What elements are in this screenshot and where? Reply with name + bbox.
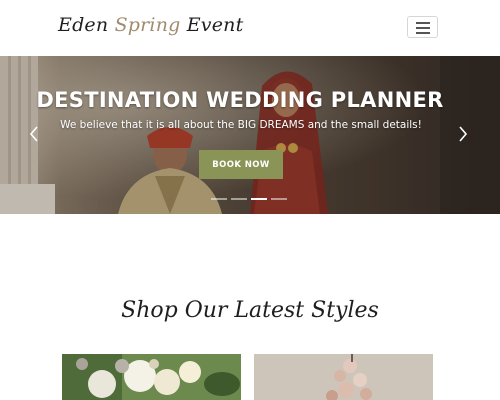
navbar: Eden Spring Event — [0, 0, 500, 56]
section-title: Shop Our Latest Styles — [121, 298, 379, 323]
menu-toggle-button[interactable] — [407, 16, 438, 38]
product-image-white-bouquet[interactable] — [62, 354, 241, 400]
chevron-right-icon[interactable] — [455, 124, 471, 144]
carousel-indicator-3[interactable] — [251, 198, 267, 200]
carousel-indicator-2[interactable] — [231, 198, 247, 200]
brand-logo[interactable]: Eden Spring Event — [58, 14, 243, 36]
brand-text-part1: Eden — [58, 14, 115, 36]
brand-text-part3: Event — [180, 14, 244, 36]
brand-text-accent: Spring — [114, 14, 181, 36]
carousel-indicators — [211, 198, 287, 202]
hero-overlay — [0, 56, 500, 214]
chevron-left-icon[interactable] — [26, 124, 42, 144]
product-image-pink-flowers[interactable] — [254, 354, 433, 400]
hero-carousel: DESTINATION WEDDING PLANNER We believe t… — [0, 56, 500, 214]
hero-title: DESTINATION WEDDING PLANNER — [36, 88, 444, 112]
carousel-indicator-1[interactable] — [211, 198, 227, 200]
hero-subtitle: We believe that it is all about the BIG … — [60, 119, 422, 131]
book-now-button[interactable]: BOOK NOW — [199, 150, 283, 179]
carousel-indicator-4[interactable] — [271, 198, 287, 200]
